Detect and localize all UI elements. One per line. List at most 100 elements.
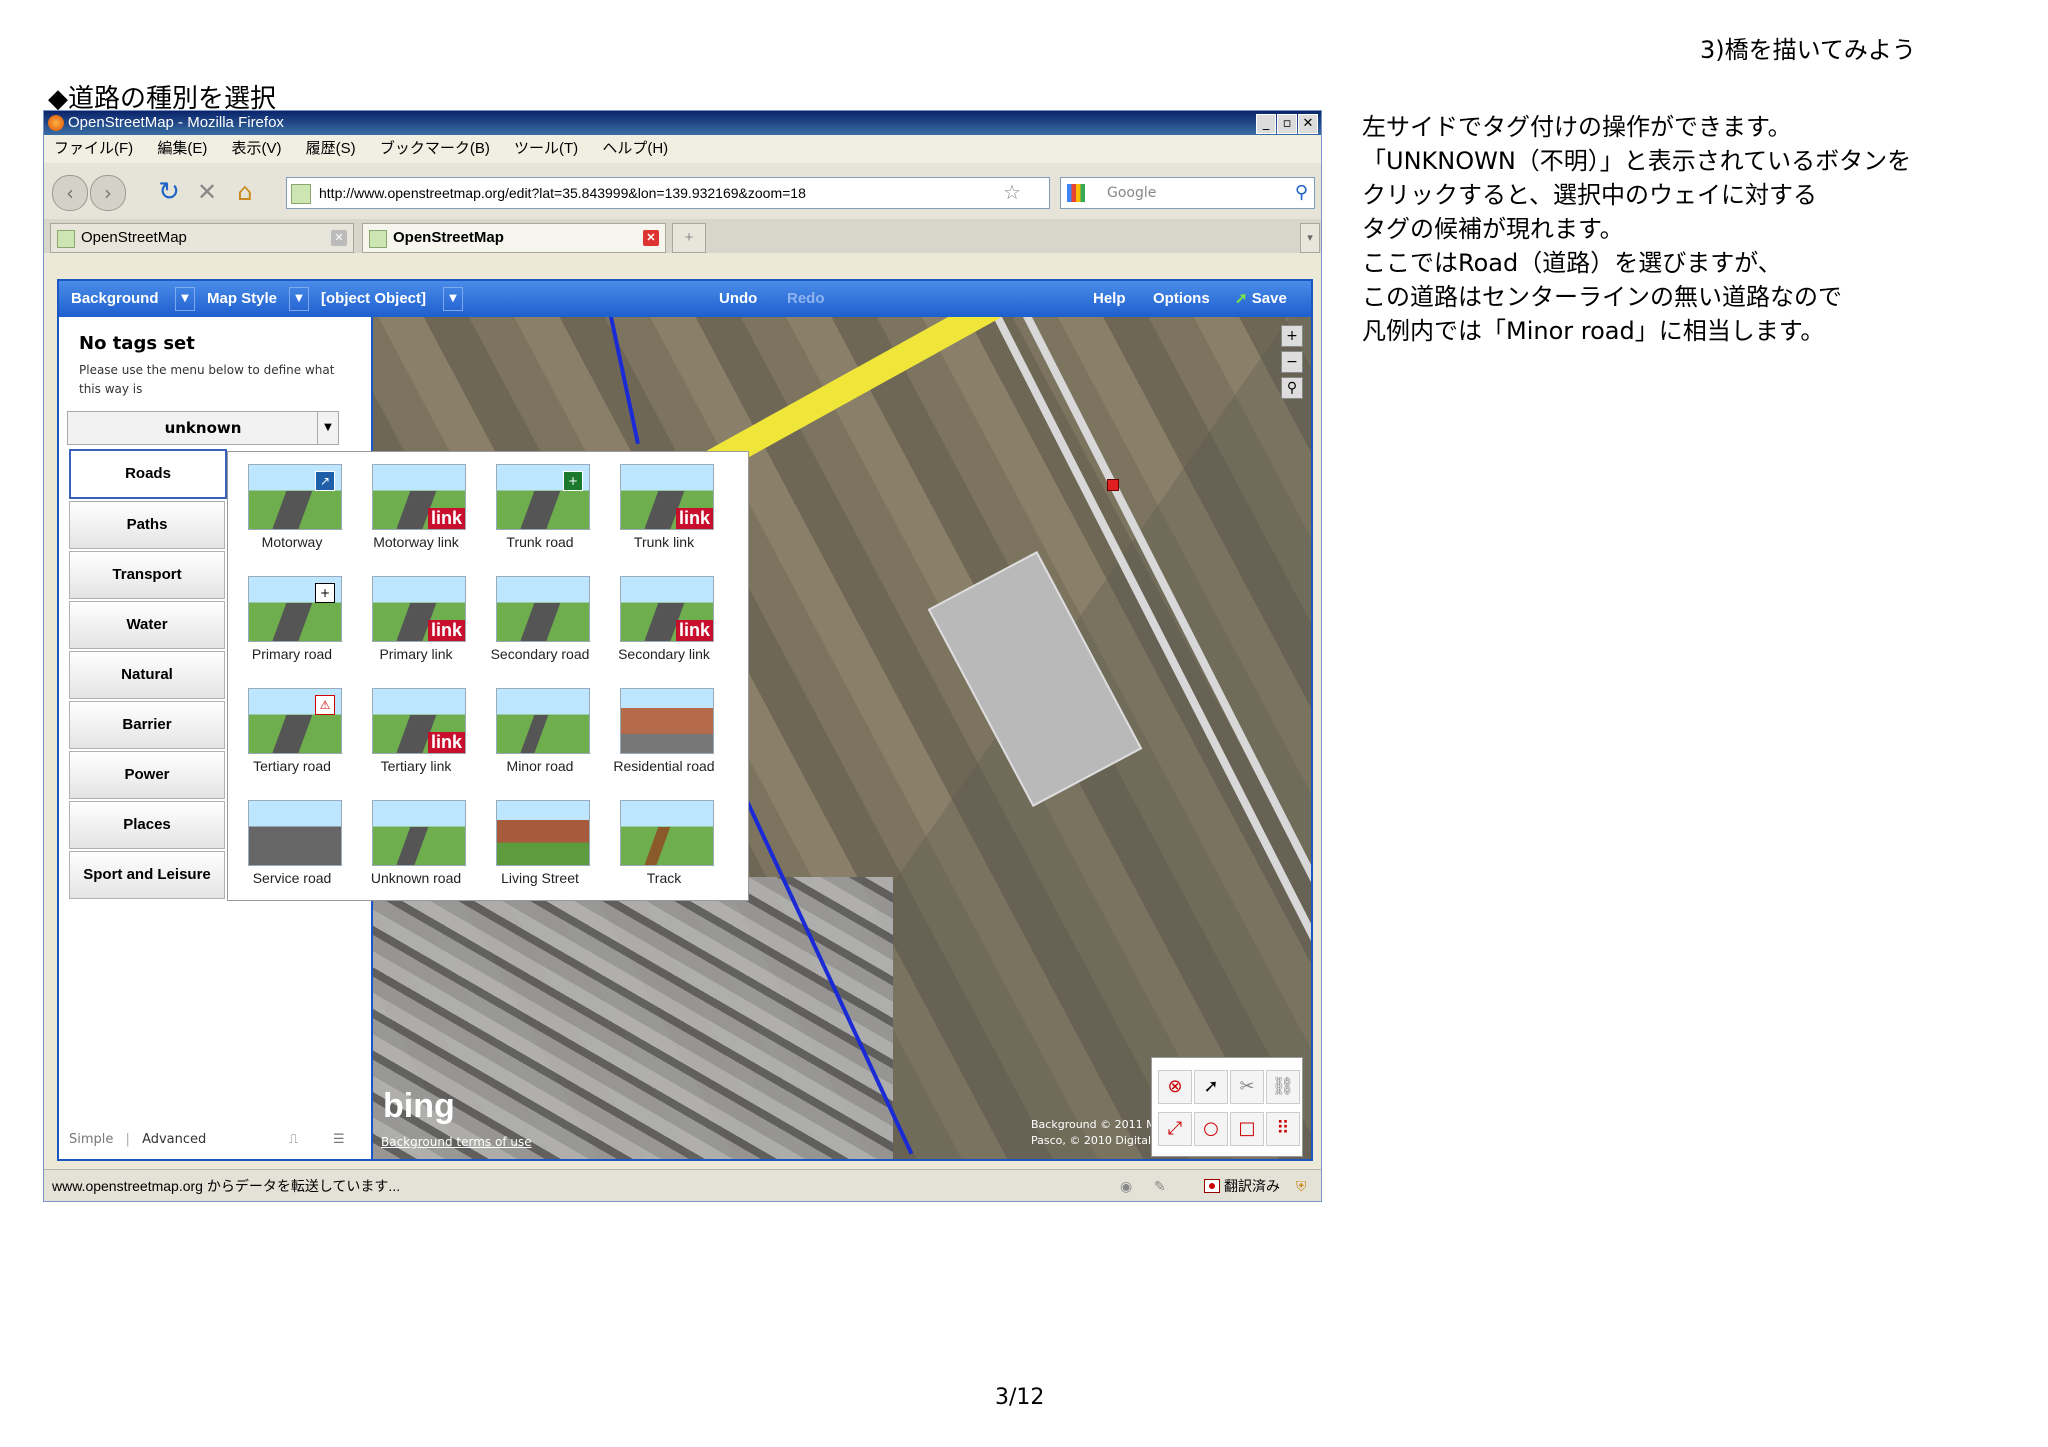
road-type-service-road[interactable]: Service road [232, 790, 352, 900]
category-power[interactable]: Power [69, 751, 225, 799]
zoom-in-icon[interactable]: + [1281, 325, 1303, 347]
road-type-tertiary-link[interactable]: link Tertiary link [356, 678, 476, 788]
object-dropdown-icon[interactable]: ▼ [443, 287, 463, 311]
tab-openstreetmap-2[interactable]: OpenStreetMap ✕ [362, 223, 666, 253]
square-icon[interactable]: □ [1230, 1112, 1264, 1146]
bookmark-star-icon[interactable]: ☆ [1003, 178, 1021, 208]
save-button[interactable]: ➚ Save [1235, 285, 1287, 313]
map-style-button[interactable]: Map Style [207, 285, 277, 313]
category-natural[interactable]: Natural [69, 651, 225, 699]
zoom-out-icon[interactable]: − [1281, 351, 1303, 373]
home-icon[interactable]: ⌂ [228, 175, 262, 209]
explanation-line: 「UNKNOWN（不明）」と表示されているボタンを [1362, 147, 1912, 175]
options-button[interactable]: Options [1153, 285, 1210, 313]
list-icon[interactable]: ☰ [333, 1132, 345, 1147]
tab-close-icon[interactable]: ✕ [331, 230, 347, 246]
straighten-icon[interactable]: ⤢ [1158, 1112, 1192, 1146]
back-icon[interactable]: ‹ [52, 175, 88, 211]
road-type-primary-link[interactable]: link Primary link [356, 566, 476, 676]
search-placeholder: Google [1107, 185, 1157, 201]
category-paths[interactable]: Paths [69, 501, 225, 549]
site-favicon [291, 184, 311, 204]
link-icon[interactable]: ⛓ [1266, 1070, 1300, 1104]
category-water[interactable]: Water [69, 601, 225, 649]
road-type-primary-road[interactable]: + Primary road [232, 566, 352, 676]
address-bar[interactable]: http://www.openstreetmap.org/edit?lat=35… [286, 177, 1050, 209]
menu-tools[interactable]: ツール(T) [514, 140, 578, 157]
road-type-motorway-link[interactable]: link Motorway link [356, 454, 476, 564]
japan-flag-icon [1204, 1179, 1220, 1193]
tab-list-icon[interactable]: ▾ [1300, 223, 1320, 253]
tab-bar: OpenStreetMap ✕ OpenStreetMap ✕ + ▾ [44, 219, 1321, 253]
road-type-minor-road[interactable]: Minor road [480, 678, 600, 788]
category-barrier[interactable]: Barrier [69, 701, 225, 749]
menu-view[interactable]: 表示(V) [232, 140, 282, 157]
menu-help[interactable]: ヘルプ(H) [602, 140, 668, 157]
way-node[interactable] [1107, 479, 1119, 491]
relation-icon[interactable]: ⎍ [289, 1132, 298, 1147]
stop-icon[interactable]: ✕ [190, 175, 224, 209]
menu-history[interactable]: 履歴(S) [306, 140, 356, 157]
new-tab-icon[interactable]: + [672, 223, 706, 253]
secondary-road-icon [496, 576, 590, 642]
background-button[interactable]: Background [71, 285, 159, 313]
menu-file[interactable]: ファイル(F) [54, 140, 133, 157]
undo-button[interactable]: Undo [719, 285, 757, 313]
road-type-label: Minor road [506, 758, 574, 774]
reload-icon[interactable]: ↻ [152, 175, 186, 209]
pin-icon[interactable]: ✎ [1154, 1170, 1166, 1201]
parallel-icon[interactable]: ⠿ [1266, 1112, 1300, 1146]
object-button[interactable]: [object Object] [321, 285, 426, 313]
delete-icon[interactable]: ⊗ [1158, 1070, 1192, 1104]
help-button[interactable]: Help [1093, 285, 1126, 313]
menu-bookmarks[interactable]: ブックマーク(B) [380, 140, 490, 157]
category-transport[interactable]: Transport [69, 551, 225, 599]
road-type-living-street[interactable]: Living Street [480, 790, 600, 900]
road-type-secondary-link[interactable]: link Secondary link [604, 566, 724, 676]
road-type-residential-road[interactable]: Residential road [604, 678, 724, 788]
circularise-icon[interactable]: ○ [1194, 1112, 1228, 1146]
forward-icon[interactable]: › [90, 175, 126, 211]
window-titlebar: OpenStreetMap - Mozilla Firefox _ ▫ ✕ [44, 111, 1321, 135]
tab-openstreetmap-1[interactable]: OpenStreetMap ✕ [50, 223, 354, 253]
minimize-icon[interactable]: _ [1256, 114, 1276, 134]
map-style-dropdown-icon[interactable]: ▼ [289, 287, 309, 311]
shield-icon[interactable]: ⛨ [1296, 1170, 1307, 1201]
category-list: Roads Paths Transport Water Natural Barr… [69, 449, 227, 899]
restore-icon[interactable]: ▫ [1277, 114, 1297, 134]
category-sport-and-leisure[interactable]: Sport and Leisure [69, 851, 225, 899]
redo-button[interactable]: Redo [787, 285, 825, 313]
motorway-link-icon: link [372, 464, 466, 530]
search-box[interactable]: Google ⚲ [1060, 177, 1315, 209]
translate-status[interactable]: 翻訳済み [1224, 1170, 1280, 1201]
road-type-tertiary-road[interactable]: ⚠ Tertiary road [232, 678, 352, 788]
scissors-icon[interactable]: ✂ [1230, 1070, 1264, 1104]
search-icon[interactable]: ⚲ [1295, 178, 1308, 208]
tab-label: OpenStreetMap [393, 229, 504, 246]
reverse-direction-icon[interactable]: ➚ [1194, 1070, 1228, 1104]
category-places[interactable]: Places [69, 801, 225, 849]
unknown-type-dropdown[interactable]: unknown ▼ [67, 411, 339, 445]
simple-mode-link[interactable]: Simple [69, 1132, 113, 1147]
menu-edit[interactable]: 編集(E) [157, 140, 207, 157]
category-roads[interactable]: Roads [69, 449, 227, 499]
road-type-trunk-road[interactable]: + Trunk road [480, 454, 600, 564]
bing-terms-link[interactable]: Background terms of use [381, 1135, 532, 1149]
magnifier-icon[interactable]: ⚲ [1281, 377, 1303, 399]
background-dropdown-icon[interactable]: ▼ [175, 287, 195, 311]
advanced-mode-link[interactable]: Advanced [142, 1132, 206, 1147]
zoom-controls: + − ⚲ [1281, 325, 1303, 403]
road-type-motorway[interactable]: ↗ Motorway [232, 454, 352, 564]
road-type-unknown-road[interactable]: Unknown road [356, 790, 476, 900]
page-number: 3/12 [995, 1385, 1045, 1410]
tab-close-icon[interactable]: ✕ [643, 230, 659, 246]
explanation-line: この道路はセンターラインの無い道路なので [1362, 283, 1842, 311]
road-type-label: Primary road [251, 646, 333, 662]
close-window-icon[interactable]: ✕ [1298, 114, 1318, 134]
navigation-toolbar: ‹ › ↻ ✕ ⌂ http://www.openstreetmap.org/e… [44, 163, 1321, 220]
addon-icon[interactable]: ◉ [1120, 1170, 1132, 1201]
road-type-trunk-link[interactable]: link Trunk link [604, 454, 724, 564]
trunk-road-icon: + [496, 464, 590, 530]
road-type-track[interactable]: Track [604, 790, 724, 900]
road-type-secondary-road[interactable]: Secondary road [480, 566, 600, 676]
